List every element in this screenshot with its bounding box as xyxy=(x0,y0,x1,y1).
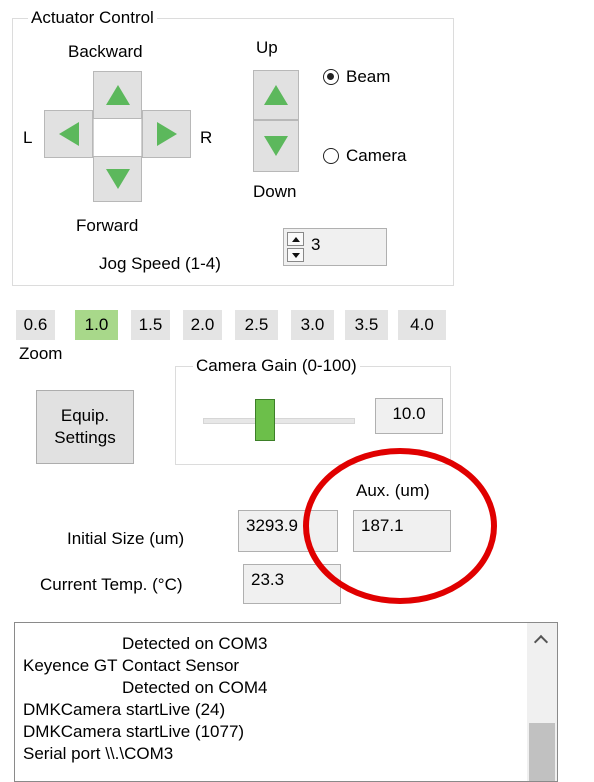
caret-down-icon xyxy=(291,252,300,258)
log-line: DMKCamera startLive (24) xyxy=(23,700,226,719)
camera-gain-slider-thumb[interactable] xyxy=(255,399,275,441)
arrow-up-icon xyxy=(105,85,130,105)
log-scrollbar-thumb[interactable] xyxy=(529,723,555,781)
zoom-label: Zoom xyxy=(19,344,63,363)
up-button[interactable] xyxy=(253,70,299,120)
zoom-button-1.5[interactable]: 1.5 xyxy=(131,310,170,340)
zoom-button-2.5[interactable]: 2.5 xyxy=(235,310,278,340)
zoom-button-3.0[interactable]: 3.0 xyxy=(291,310,334,340)
down-label: Down xyxy=(253,182,297,201)
forward-button[interactable] xyxy=(93,156,142,202)
equip-label-line1: Equip. xyxy=(60,406,110,425)
zoom-button-4.0[interactable]: 4.0 xyxy=(398,310,446,340)
log-line: Detected on COM3 xyxy=(122,634,268,653)
initial-size-label: Initial Size (um) xyxy=(67,529,185,548)
log-listbox[interactable]: Detected on COM3 Keyence GT Contact Sens… xyxy=(14,622,558,782)
spin-down-button[interactable] xyxy=(287,248,304,262)
log-line: Keyence GT Contact Sensor xyxy=(23,656,240,675)
actuator-control-title: Actuator Control xyxy=(28,8,157,28)
chevron-up-icon[interactable] xyxy=(533,634,549,650)
zoom-button-0.6[interactable]: 0.6 xyxy=(16,310,55,340)
up-label: Up xyxy=(256,38,278,57)
log-scrollbar[interactable] xyxy=(527,623,557,781)
current-temp-label: Current Temp. (°C) xyxy=(40,575,183,594)
spin-up-button[interactable] xyxy=(287,232,304,246)
right-label: R xyxy=(200,128,213,147)
camera-radio[interactable] xyxy=(323,148,339,164)
log-line: Detected on COM4 xyxy=(122,678,268,697)
equip-label-line2: Settings xyxy=(54,428,116,447)
beam-radio[interactable] xyxy=(323,69,339,85)
right-button[interactable] xyxy=(142,110,191,158)
zoom-button-3.5[interactable]: 3.5 xyxy=(345,310,388,340)
camera-label: Camera xyxy=(346,146,407,165)
left-label: L xyxy=(23,128,33,147)
log-line: DMKCamera startLive (1077) xyxy=(23,722,245,741)
down-button[interactable] xyxy=(253,120,299,172)
zoom-button-1.0[interactable]: 1.0 xyxy=(75,310,118,340)
camera-gain-title: Camera Gain (0-100) xyxy=(193,356,360,376)
left-button[interactable] xyxy=(44,110,93,158)
zoom-button-2.0[interactable]: 2.0 xyxy=(183,310,222,340)
equip-settings-button[interactable]: Equip. Settings xyxy=(36,390,134,464)
highlight-circle-annotation xyxy=(303,448,497,604)
dpad-center xyxy=(93,119,142,158)
backward-label: Backward xyxy=(68,42,143,61)
arrow-up-icon xyxy=(264,85,288,105)
jog-speed-spinner[interactable]: 3 xyxy=(283,228,387,266)
camera-gain-slider-track[interactable] xyxy=(203,418,355,424)
camera-gain-value[interactable]: 10.0 xyxy=(375,398,443,434)
arrow-down-icon xyxy=(264,136,288,156)
arrow-left-icon xyxy=(58,122,79,146)
jog-speed-label: Jog Speed (1-4) xyxy=(99,254,221,273)
beam-label: Beam xyxy=(346,67,391,86)
arrow-right-icon xyxy=(156,122,177,146)
jog-speed-value: 3 xyxy=(311,235,321,254)
log-line: Serial port \\.\COM3 xyxy=(23,744,174,763)
backward-button[interactable] xyxy=(93,71,142,119)
radio-selected-dot xyxy=(327,73,334,80)
forward-label: Forward xyxy=(76,216,139,235)
caret-up-icon xyxy=(291,236,300,242)
arrow-down-icon xyxy=(105,169,130,189)
